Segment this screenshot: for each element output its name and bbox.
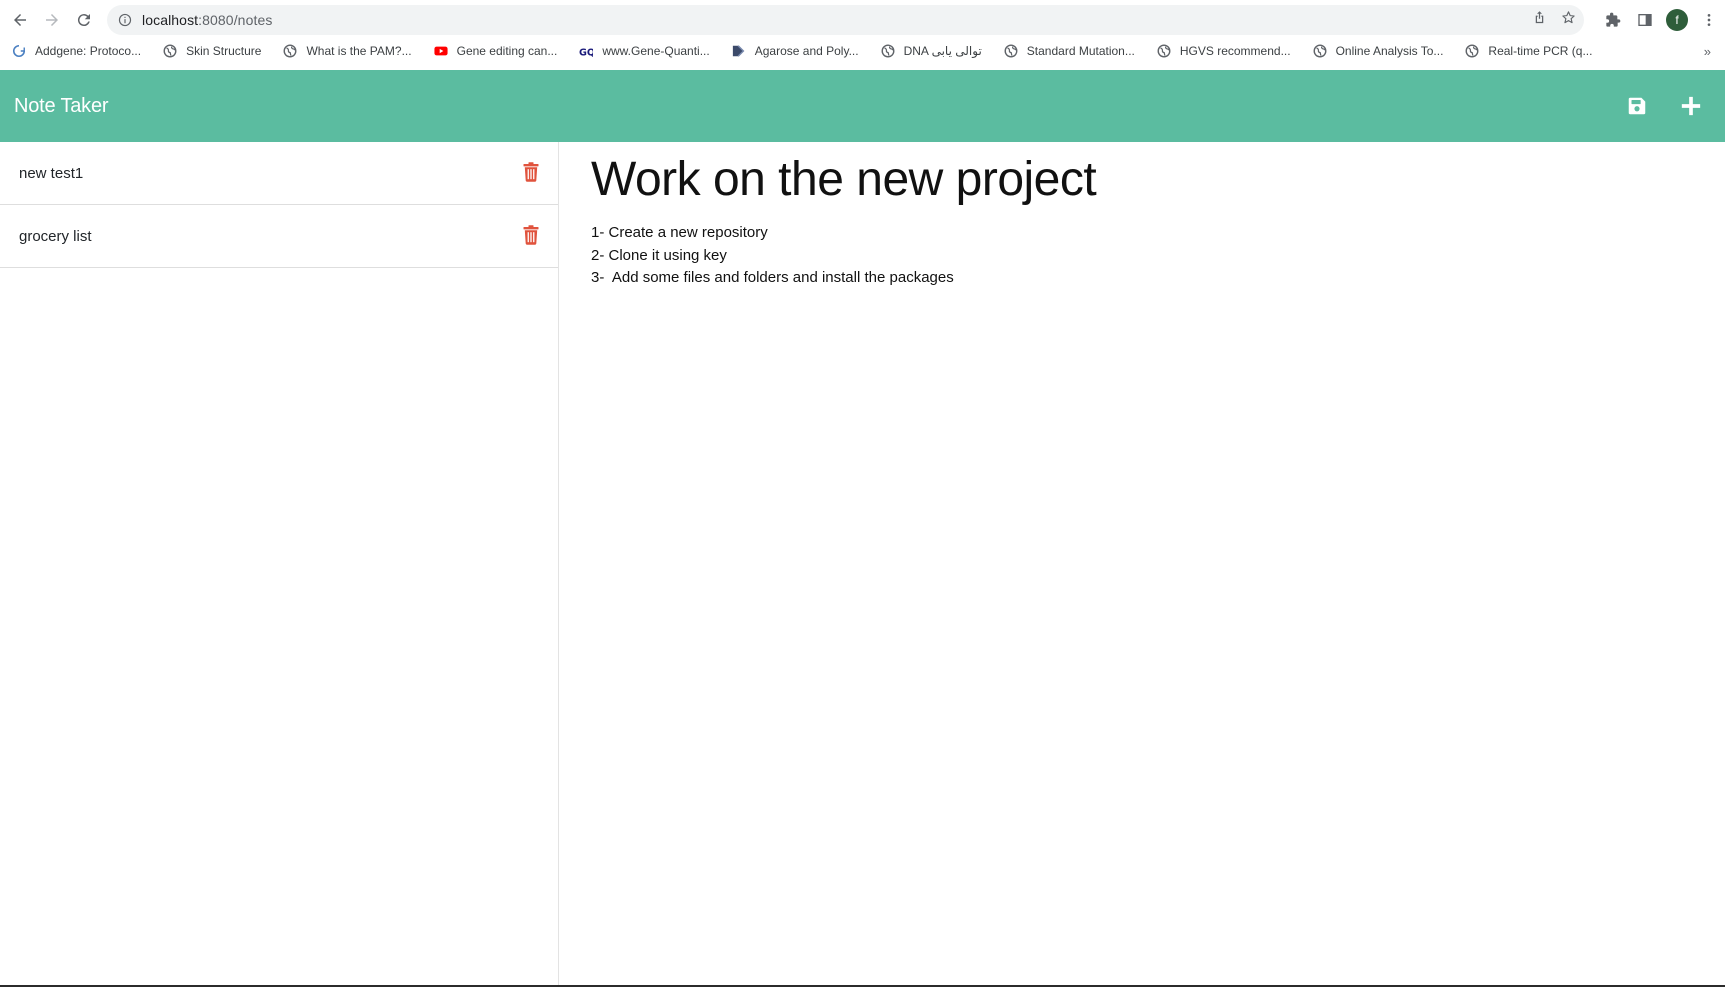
address-bar-actions	[1532, 5, 1576, 35]
globe-icon	[1465, 44, 1479, 58]
bookmark-item[interactable]: Skin Structure	[151, 40, 271, 62]
browser-toolbar-right: f	[1597, 3, 1725, 37]
note-text-line: 3- Add some files and folders and instal…	[591, 269, 954, 286]
gq-icon: GQ	[579, 44, 593, 58]
kebab-menu-icon	[1707, 14, 1711, 26]
bookmark-item[interactable]: DNA توالی یابی	[869, 40, 992, 62]
browser-menu-button[interactable]	[1693, 4, 1725, 36]
note-list-item-title: new test1	[19, 164, 84, 182]
reload-icon	[77, 14, 90, 27]
note-title-input[interactable]: Work on the new project	[591, 152, 1097, 207]
bookmark-label: www.Gene-Quanti...	[602, 44, 710, 58]
bookmark-label: DNA توالی یابی	[903, 44, 982, 58]
arrow-left-icon	[14, 14, 26, 26]
bookmark-label: HGVS recommend...	[1179, 44, 1291, 58]
floppy-disk-icon	[1628, 97, 1646, 115]
star-icon[interactable]	[1561, 10, 1576, 30]
trash-icon	[523, 225, 539, 245]
delete-note-button[interactable]	[523, 162, 539, 182]
trash-icon	[523, 162, 539, 182]
new-note-button[interactable]	[1679, 94, 1703, 118]
bookmark-item[interactable]: GQ www.Gene-Quanti...	[567, 40, 719, 62]
note-list-item[interactable]: new test1	[0, 142, 558, 205]
bookmark-item[interactable]: Online Analysis To...	[1301, 40, 1454, 62]
bookmark-label: What is the PAM?...	[306, 44, 412, 58]
url-path: :8080/notes	[198, 12, 273, 28]
note-text-area[interactable]: 1- Create a new repository 2- Clone it u…	[591, 222, 954, 290]
avatar: f	[1666, 9, 1688, 31]
note-list-item-title: grocery list	[19, 227, 92, 245]
address-bar[interactable]: localhost:8080/notes	[107, 5, 1584, 35]
notes-sidebar: new test1 grocery list	[0, 142, 559, 987]
globe-icon	[1313, 44, 1327, 58]
bookmarks-overflow-button[interactable]: »	[1704, 40, 1711, 62]
bookmark-item[interactable]: HGVS recommend...	[1145, 40, 1301, 62]
info-icon[interactable]	[118, 13, 132, 27]
bookmark-item[interactable]: Gene editing can...	[422, 40, 568, 62]
browser-toolbar: localhost:8080/notes f	[0, 3, 1725, 37]
note-text-line: 2- Clone it using key	[591, 246, 727, 264]
bookmark-label: Agarose and Poly...	[754, 44, 859, 58]
puzzle-icon	[1606, 12, 1621, 27]
url-text[interactable]: localhost:8080/notes	[142, 12, 272, 28]
delete-note-button[interactable]	[523, 225, 539, 245]
app-header: Note Taker	[0, 70, 1725, 142]
bookmark-label: Skin Structure	[186, 44, 262, 58]
globe-icon	[283, 44, 297, 58]
profile-button[interactable]: f	[1661, 4, 1693, 36]
note-editor: Work on the new project 1- Create a new …	[560, 142, 1725, 987]
back-button[interactable]	[4, 4, 36, 36]
app-brand[interactable]: Note Taker	[14, 95, 109, 118]
note-text-line: 1- Create a new repository	[591, 224, 768, 241]
globe-icon	[881, 44, 895, 58]
bookmark-item[interactable]: Real-time PCR (q...	[1453, 40, 1602, 62]
addgene-icon	[12, 44, 26, 58]
browser-chrome: localhost:8080/notes f Addgene: Protoco.…	[0, 0, 1725, 70]
bookmark-item[interactable]: Agarose and Poly...	[720, 40, 869, 62]
share-icon[interactable]	[1532, 10, 1547, 30]
save-note-button[interactable]	[1625, 94, 1649, 118]
side-panel-icon	[1638, 14, 1652, 26]
extensions-button[interactable]	[1597, 4, 1629, 36]
youtube-icon	[434, 44, 448, 58]
bookmark-item[interactable]: Addgene: Protoco...	[0, 40, 151, 62]
bookmark-item[interactable]: What is the PAM?...	[271, 40, 421, 62]
globe-icon	[1157, 44, 1171, 58]
plus-icon	[1681, 96, 1701, 116]
header-actions	[1625, 70, 1703, 142]
chevron-logo-icon	[732, 44, 746, 58]
svg-text:GQ: GQ	[579, 47, 593, 58]
reload-button[interactable]	[68, 4, 100, 36]
side-panel-button[interactable]	[1629, 4, 1661, 36]
bookmark-label: Addgene: Protoco...	[35, 44, 142, 58]
bookmark-label: Gene editing can...	[456, 44, 558, 58]
bookmark-label: Real-time PCR (q...	[1488, 44, 1593, 58]
note-list-item[interactable]: grocery list	[0, 205, 558, 268]
bookmark-item[interactable]: Standard Mutation...	[992, 40, 1145, 62]
arrow-right-icon	[46, 14, 58, 26]
forward-button[interactable]	[36, 4, 68, 36]
url-host: localhost	[142, 12, 199, 28]
bookmark-label: Online Analysis To...	[1335, 44, 1444, 58]
globe-icon	[163, 44, 177, 58]
bookmarks-bar: Addgene: Protoco... Skin Structure What is…	[0, 40, 1725, 62]
globe-icon	[1004, 44, 1018, 58]
bookmark-label: Standard Mutation...	[1026, 44, 1135, 58]
